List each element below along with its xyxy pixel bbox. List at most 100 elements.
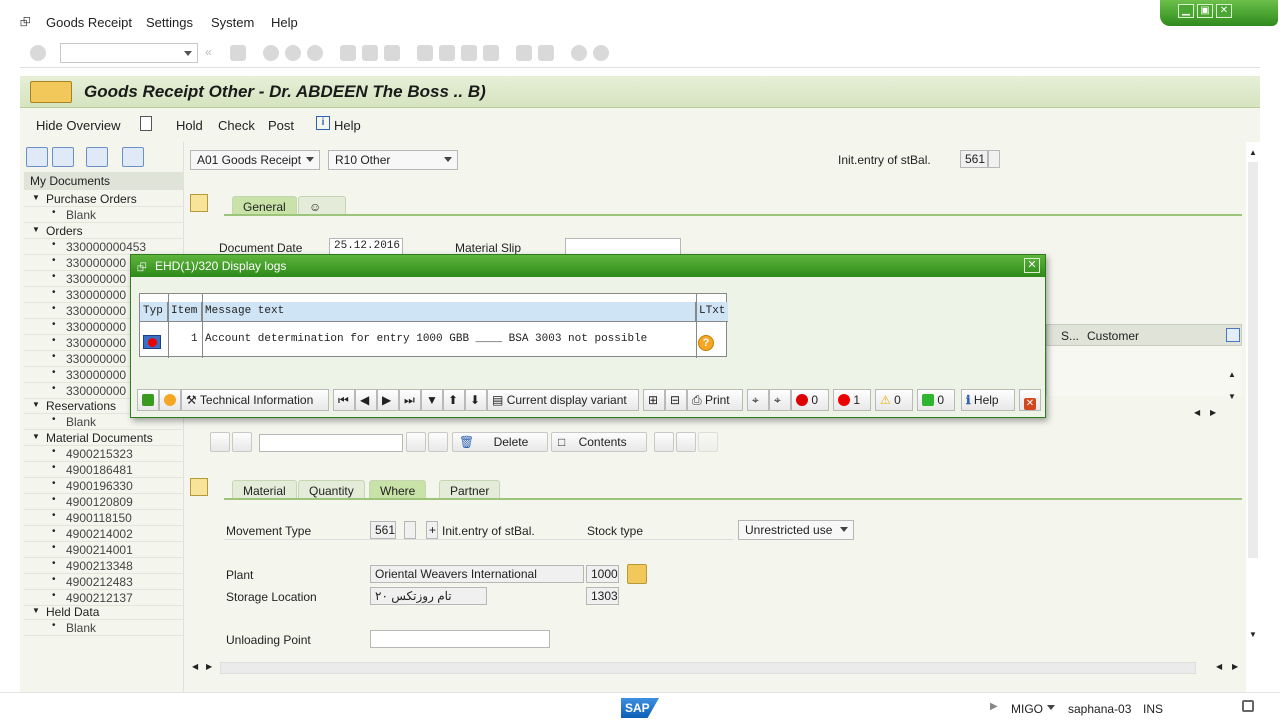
scroll-right-icon[interactable]: ▶ <box>206 662 212 671</box>
close-window-icon[interactable]: ✕ <box>1216 4 1232 18</box>
tree-leaf-order[interactable]: • 330000000453 <box>24 239 184 255</box>
scroll-up-icon[interactable]: ▲ <box>1249 148 1257 157</box>
find-button[interactable]: ⌖ <box>747 389 769 411</box>
collapse-items-icon[interactable] <box>676 432 696 452</box>
detail-icon[interactable] <box>698 432 718 452</box>
col-item[interactable]: Item <box>168 302 202 321</box>
current-display-variant-button[interactable]: ▤ Current display variant <box>487 389 639 411</box>
stock-type-select[interactable]: Unrestricted use <box>738 520 854 540</box>
enter-icon[interactable] <box>30 45 46 61</box>
find-next-icon[interactable] <box>428 432 448 452</box>
cancel-icon[interactable] <box>307 45 323 61</box>
last-page-icon[interactable] <box>483 45 499 61</box>
tab-material[interactable]: Material <box>232 480 297 500</box>
collapse-button[interactable]: ⊟ <box>665 389 687 411</box>
print-icon[interactable] <box>340 45 356 61</box>
tab-quantity[interactable]: Quantity <box>298 480 365 500</box>
exit-icon[interactable] <box>285 45 301 61</box>
expand-triangle-icon[interactable]: ▼ <box>32 400 40 409</box>
check-button[interactable]: Check <box>218 118 255 133</box>
scroll-left-icon[interactable]: ◀ <box>192 662 198 671</box>
delete-icon[interactable] <box>86 147 108 167</box>
find-next-icon[interactable] <box>384 45 400 61</box>
tree-leaf-material-doc[interactable]: • 4900213348 <box>24 558 184 574</box>
chevron-down-icon[interactable] <box>184 51 192 56</box>
lock-icon[interactable] <box>1242 700 1254 712</box>
dialog-menu-icon[interactable]: ⮺ <box>137 258 147 279</box>
first-page-icon[interactable] <box>417 45 433 61</box>
storage-location-code-field[interactable]: 1303 <box>586 587 619 605</box>
history-icon[interactable]: « <box>205 45 212 59</box>
post-button[interactable]: Post <box>268 118 294 133</box>
layout-icon[interactable] <box>593 45 609 61</box>
tree-node-material-documents[interactable]: ▼ Material Documents <box>24 430 184 446</box>
tab-partner-icon[interactable]: ☺ <box>298 196 346 216</box>
filter-button[interactable]: ▼ <box>421 389 443 411</box>
tab-partner[interactable]: Partner <box>439 480 501 500</box>
help-button[interactable]: ℹ Help <box>961 389 1015 411</box>
status-play-icon[interactable]: ▶ <box>990 701 998 712</box>
chevron-down-icon[interactable] <box>444 157 452 162</box>
confirm-button[interactable] <box>137 389 159 411</box>
close-icon[interactable]: ✕ <box>1024 258 1040 273</box>
info-icon[interactable]: i <box>316 116 330 130</box>
menu-goods-receipt[interactable]: Goods Receipt <box>46 15 132 30</box>
long-text-icon[interactable]: ? <box>698 335 714 351</box>
find-icon[interactable] <box>362 45 378 61</box>
deselect-all-icon[interactable] <box>232 432 252 452</box>
next-page-icon[interactable] <box>461 45 477 61</box>
collapse-icon[interactable] <box>52 147 74 167</box>
tree-leaf-material-doc[interactable]: • 4900186481 <box>24 462 184 478</box>
close-panel-icon[interactable] <box>122 147 144 167</box>
expand-icon[interactable] <box>26 147 48 167</box>
restore-icon[interactable]: ▣ <box>1197 4 1213 18</box>
select-all-icon[interactable] <box>210 432 230 452</box>
column-settings-icon[interactable] <box>1226 328 1240 342</box>
col-ltxt[interactable]: LTxt <box>696 302 728 321</box>
scroll-down-icon[interactable]: ▼ <box>1249 630 1257 639</box>
tree-node-orders[interactable]: ▼ Orders <box>24 223 184 239</box>
scroll-left-end-icon[interactable]: ◀ <box>1216 662 1222 671</box>
table-scroll-down-icon[interactable]: ▼ <box>1228 392 1236 401</box>
delete-button[interactable]: 🗑 Delete <box>452 432 548 452</box>
table-scroll-left-icon[interactable]: ◀ <box>1194 408 1200 417</box>
scroll-right-end-icon[interactable]: ▶ <box>1232 662 1238 671</box>
menu-settings[interactable]: Settings <box>146 15 193 30</box>
item-search-field[interactable] <box>259 434 403 452</box>
cancel-button[interactable]: ✕ <box>1019 389 1041 411</box>
help-button[interactable]: Help <box>334 118 361 133</box>
new-session-icon[interactable] <box>516 45 532 61</box>
chevron-down-icon[interactable] <box>840 527 848 532</box>
tree-node-held-data[interactable]: ▼ Held Data <box>24 604 184 620</box>
tree-leaf-material-doc[interactable]: • 4900120809 <box>24 494 184 510</box>
tree-leaf-blank[interactable]: • Blank <box>24 620 184 636</box>
application-menu-icon[interactable] <box>30 81 72 103</box>
plant-name-field[interactable]: Oriental Weavers International <box>370 565 584 583</box>
expand-triangle-icon[interactable]: ▼ <box>32 193 40 202</box>
plant-code-field[interactable]: 1000 <box>586 565 619 583</box>
tree-node-purchase-orders[interactable]: ▼ Purchase Orders <box>24 191 184 207</box>
find-icon[interactable] <box>406 432 426 452</box>
shortcut-icon[interactable] <box>538 45 554 61</box>
unloading-point-field[interactable] <box>370 630 550 648</box>
vertical-scrollbar[interactable] <box>1248 162 1258 558</box>
storage-location-name-field[interactable]: تام روزتكس ٢٠ <box>370 587 487 605</box>
back-icon[interactable] <box>263 45 279 61</box>
menu-help[interactable]: Help <box>271 15 298 30</box>
expand-triangle-icon[interactable]: ▼ <box>32 606 40 615</box>
contents-button[interactable]: □ Contents <box>551 432 647 452</box>
tree-leaf-material-doc[interactable]: • 4900196330 <box>24 478 184 494</box>
col-typ[interactable]: Typ <box>140 302 168 321</box>
find-next-button[interactable]: ⌖ <box>769 389 791 411</box>
tree-leaf-material-doc[interactable]: • 4900214001 <box>24 542 184 558</box>
prev-page-icon[interactable] <box>439 45 455 61</box>
tree-leaf-material-doc[interactable]: • 4900118150 <box>24 510 184 526</box>
action-select[interactable]: A01 Goods Receipt <box>190 150 320 170</box>
previous-entry-button[interactable]: ◀ <box>355 389 377 411</box>
plant-detail-icon[interactable] <box>627 564 647 584</box>
table-scroll-right-icon[interactable]: ▶ <box>1210 408 1216 417</box>
expand-triangle-icon[interactable]: ▼ <box>32 225 40 234</box>
movement-type-header-field[interactable]: 561 <box>960 150 988 168</box>
expand-triangle-icon[interactable]: ▼ <box>32 432 40 441</box>
new-document-icon[interactable] <box>140 116 152 131</box>
